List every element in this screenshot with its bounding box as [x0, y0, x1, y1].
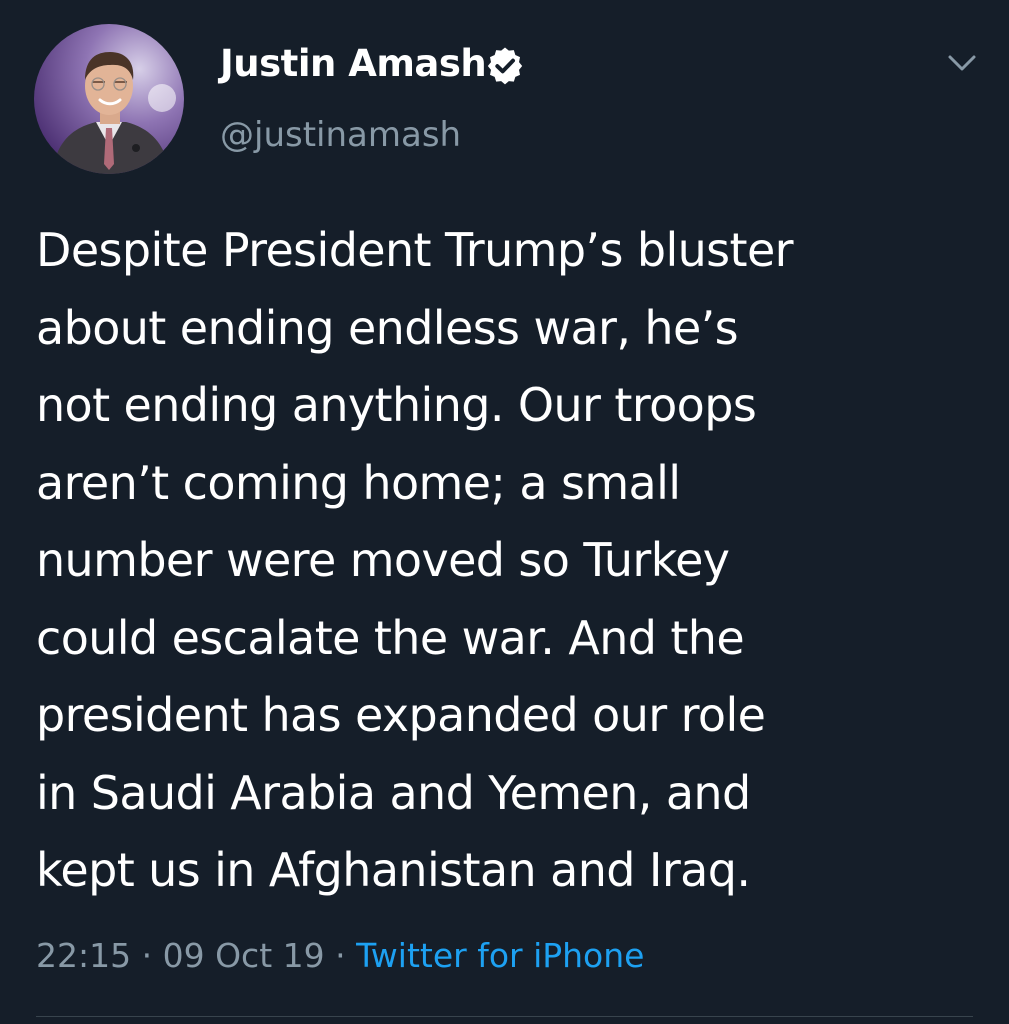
chevron-down-icon[interactable] [940, 48, 984, 80]
tweet-time: 22:15 [36, 936, 132, 975]
avatar[interactable] [34, 24, 184, 174]
tweet-meta: 22:15 · 09 Oct 19 · Twitter for iPhone [36, 933, 644, 979]
divider [36, 1016, 973, 1017]
tweet-card: Justin Amash @justinamash Despite Presid… [0, 0, 1009, 1024]
author-handle[interactable]: @justinamash [220, 112, 461, 158]
display-name[interactable]: Justin Amash [220, 40, 487, 88]
tweet-date: 09 Oct 19 [162, 936, 325, 975]
avatar-photo [34, 24, 184, 174]
tweet-source-link[interactable]: Twitter for iPhone [356, 936, 644, 975]
verified-badge-icon [487, 47, 523, 85]
meta-separator: · [131, 936, 163, 975]
meta-separator: · [324, 936, 357, 975]
tweet-text: Despite President Trump’s bluster about … [36, 223, 794, 897]
